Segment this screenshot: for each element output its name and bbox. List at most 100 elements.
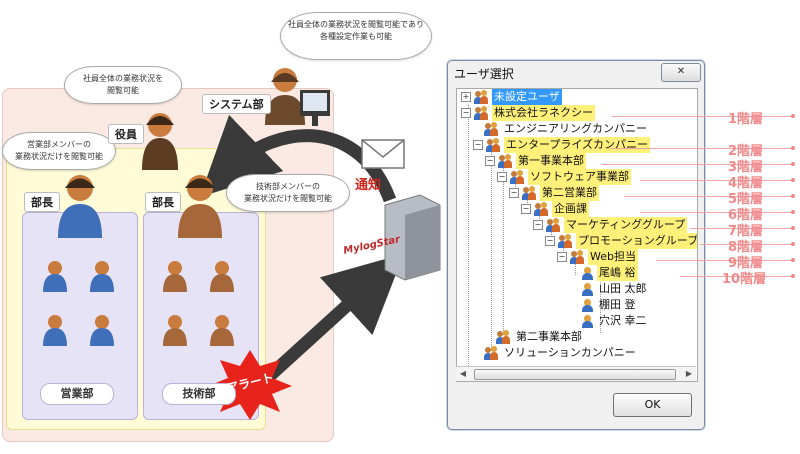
tree-node[interactable]: − マーケティンググループ [533,217,688,233]
scroll-left-icon[interactable]: ◀ [456,367,470,381]
level-line [610,148,792,149]
level-dot [791,226,795,230]
tree-node-label: ソリューションカンパニー [504,346,636,359]
level-line [602,164,792,165]
level-dot [791,146,795,150]
tree-node[interactable]: − Web担当 [557,249,638,265]
tree-node-label: 棚田 登 [599,298,636,311]
tree-node-label: エンタープライズカンパニー [504,137,651,153]
tree-node-label: 尾嶋 裕 [597,265,638,281]
user-icon [582,314,593,328]
collapse-icon[interactable]: − [497,172,507,182]
tree-line [503,161,504,335]
collapse-icon[interactable]: − [485,156,495,166]
level-dot [791,258,795,262]
tree-node-label: 第一事業本部 [516,153,586,169]
tree-node[interactable]: 棚田 登 [582,297,638,313]
tree-node[interactable]: − 企画課 [521,201,589,217]
tree-node-label: 山田 太郎 [599,282,647,295]
level-dot [791,210,795,214]
level-dot [791,274,795,278]
tech-manager-label: 部長 [145,192,181,212]
envelope-icon [361,139,405,169]
sales-manager-figure [58,175,102,238]
ok-button[interactable]: OK [613,393,692,417]
org-tree[interactable]: + 未設定ユーザ − 株式会社ラネクシー エンジニアリングカンパニー − エンタープラ… [456,88,698,382]
executive-label: 役員 [108,124,144,144]
level-dot [791,162,795,166]
collapse-icon[interactable]: − [533,220,543,230]
tree-node-label: ソフトウェア事業部 [528,169,631,185]
group-icon [484,121,499,136]
executive-figure [142,113,178,170]
dialog-title: ユーザ選択 [454,67,514,81]
collapse-icon[interactable]: − [473,140,483,150]
tree-node-label: 未設定ユーザ [492,89,562,105]
tree-node[interactable]: − プロモーショングループ [545,233,697,249]
tree-node-label: マーケティンググループ [564,217,688,233]
tree-node-label: Web担当 [588,249,638,265]
tree-node-label: 第二営業部 [540,185,599,201]
tech-member-figures [163,261,234,346]
collapse-icon[interactable]: − [557,252,567,262]
expand-icon[interactable]: + [461,92,471,102]
tree-line [468,105,469,366]
tree-node[interactable]: 穴沢 幸二 [582,313,649,329]
group-icon [474,105,489,120]
collapse-icon[interactable]: − [521,204,531,214]
level-label: 1階層 [728,112,764,127]
tree-node-label: 穴沢 幸二 [599,314,647,327]
group-icon [510,169,525,184]
tree-node-label: 株式会社ラネクシー [492,105,595,121]
tree-node-label: エンジニアリングカンパニー [504,122,647,135]
group-icon [534,201,549,216]
system-dept-label: システム部 [202,94,271,114]
level-line [612,116,792,117]
tree-node[interactable]: − 第二営業部 [509,185,599,201]
tree-node[interactable]: ソリューションカンパニー [484,345,638,361]
collapse-icon[interactable]: − [545,236,555,246]
scroll-right-icon[interactable]: ▶ [682,367,696,381]
sales-dept-label: 営業部 [40,383,114,405]
group-icon [486,137,501,152]
user-icon [582,266,593,280]
tree-node[interactable]: 尾嶋 裕 [582,265,638,281]
level-line [640,180,792,181]
sales-member-figures [43,261,114,346]
group-icon [474,89,489,104]
tree-node[interactable]: − エンタープライズカンパニー [473,137,651,153]
level-line [624,196,792,197]
tree-node-label: 企画課 [552,201,589,217]
group-icon [498,153,513,168]
level-dot [791,242,795,246]
user-icon [582,282,593,296]
tree-node[interactable]: 山田 太郎 [582,281,649,297]
system-admin-figure [265,68,305,125]
close-button[interactable]: ✕ [661,63,701,82]
group-icon [558,233,573,248]
tree-node-label: プロモーショングループ [576,233,697,249]
collapse-icon[interactable]: − [461,108,471,118]
tree-node[interactable]: − ソフトウェア事業部 [497,169,631,185]
horizontal-scrollbar[interactable]: ◀ ▶ [456,366,696,381]
tree-node[interactable]: エンジニアリングカンパニー [484,121,649,137]
notify-label: 通知 [355,178,382,193]
level-line [656,260,792,261]
group-icon [484,345,499,360]
user-icon [582,298,593,312]
group-icon [570,249,585,264]
tree-node[interactable]: − 株式会社ラネクシー [461,105,595,121]
scroll-thumb[interactable] [474,369,676,380]
tree-node[interactable]: 第二事業本部 [496,329,584,345]
group-icon [496,329,511,344]
tree-node[interactable]: + 未設定ユーザ [461,89,562,105]
tech-manager-figure [178,175,222,238]
level-dot [791,194,795,198]
tree-node-label: 第二事業本部 [516,330,582,343]
collapse-icon[interactable]: − [509,188,519,198]
sales-manager-label: 部長 [24,192,60,212]
level-dot [791,114,795,118]
level-label: 10階層 [722,272,767,287]
tree-node[interactable]: − 第一事業本部 [485,153,586,169]
group-icon [522,185,537,200]
